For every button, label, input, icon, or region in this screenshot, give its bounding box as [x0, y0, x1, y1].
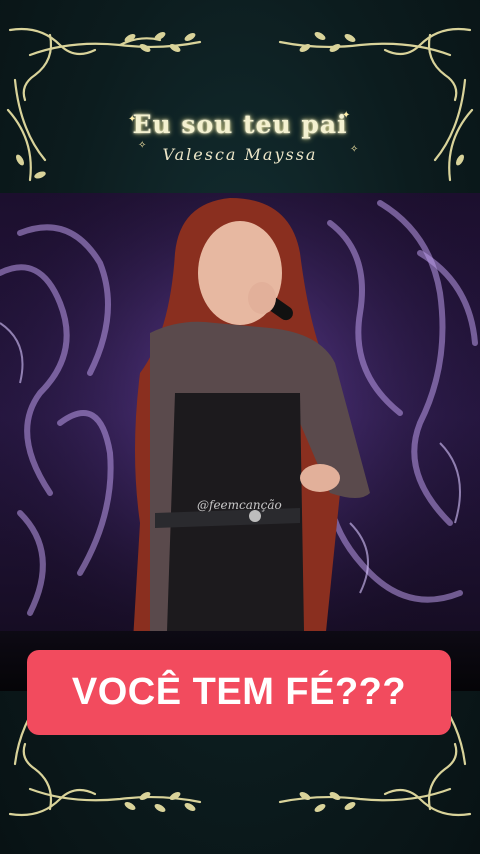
sparkle-icon: ✧ — [350, 144, 359, 155]
artist-name: Valesca Mayssa — [162, 145, 318, 164]
ornament-vine-icon — [278, 27, 474, 182]
caption-banner: VOCÊ TEM FÉ??? — [27, 650, 451, 735]
stage-lights — [0, 193, 480, 691]
sparkle-icon: ✦ — [128, 114, 137, 125]
video-frame: ✦ ✦ ✧ ✧ Eu sou teu pai Valesca Mayssa @f… — [0, 0, 480, 854]
song-title: Eu sou teu pai — [132, 110, 348, 139]
sparkle-icon: ✧ — [138, 140, 147, 151]
ornament-vine-icon — [6, 27, 202, 182]
title-block: ✦ ✦ ✧ ✧ Eu sou teu pai Valesca Mayssa — [0, 110, 480, 164]
watermark: @feemcanção — [197, 498, 282, 512]
sparkle-icon: ✦ — [342, 110, 351, 121]
video-player[interactable]: @feemcanção — [0, 193, 480, 691]
caption-text: VOCÊ TEM FÉ??? — [71, 671, 407, 713]
